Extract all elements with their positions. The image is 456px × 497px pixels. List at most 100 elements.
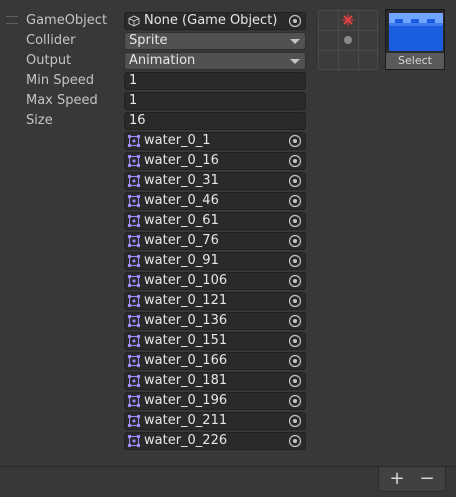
- sprite-icon: [128, 295, 140, 307]
- min-speed-value: 1: [129, 73, 138, 88]
- grid-cell[interactable]: [359, 31, 379, 51]
- sprite-name: water_0_151: [144, 333, 228, 348]
- sprite-name: water_0_76: [144, 233, 219, 248]
- sprite-name: water_0_61: [144, 213, 219, 228]
- sprite-icon: [128, 255, 140, 267]
- sprite-icon: [128, 235, 140, 247]
- drag-handle-icon[interactable]: [6, 16, 18, 24]
- min-speed-label: Min Speed: [26, 73, 94, 88]
- sprite-field[interactable]: water_0_121: [124, 292, 306, 310]
- output-dropdown[interactable]: Animation: [124, 52, 306, 70]
- object-picker-icon[interactable]: [288, 134, 302, 148]
- sprite-icon: [128, 175, 140, 187]
- sprite-name: water_0_211: [144, 413, 228, 428]
- object-picker-icon[interactable]: [288, 334, 302, 348]
- sprite-icon: [128, 435, 140, 447]
- size-value: 16: [129, 113, 146, 128]
- sprite-field[interactable]: water_0_76: [124, 232, 306, 250]
- gameobject-value: None (Game Object): [144, 13, 278, 28]
- sprite-field[interactable]: water_0_136: [124, 312, 306, 330]
- collider-dropdown[interactable]: Sprite: [124, 32, 306, 50]
- sprite-name: water_0_121: [144, 293, 228, 308]
- sprite-field[interactable]: water_0_151: [124, 332, 306, 350]
- sprite-name: water_0_46: [144, 193, 219, 208]
- object-picker-icon[interactable]: [288, 294, 302, 308]
- sprite-name: water_0_106: [144, 273, 228, 288]
- sprite-icon: [128, 395, 140, 407]
- dropdown-arrow-icon: [290, 39, 300, 44]
- grid-cell[interactable]: [339, 11, 359, 31]
- object-picker-icon[interactable]: [288, 394, 302, 408]
- cube-icon: [128, 15, 140, 27]
- gameobject-label: GameObject: [26, 13, 108, 28]
- add-button[interactable]: +: [382, 467, 412, 491]
- object-picker-icon[interactable]: [288, 214, 302, 228]
- object-picker-icon[interactable]: [288, 314, 302, 328]
- sprite-preview[interactable]: Select: [385, 9, 445, 70]
- object-picker-icon[interactable]: [288, 154, 302, 168]
- grid-cell[interactable]: [319, 51, 339, 71]
- select-button[interactable]: Select: [386, 53, 444, 69]
- sprite-icon: [128, 135, 140, 147]
- max-speed-input[interactable]: 1: [124, 92, 306, 110]
- sprite-field[interactable]: water_0_196: [124, 392, 306, 410]
- sprite-field[interactable]: water_0_46: [124, 192, 306, 210]
- neighbor-rule-grid[interactable]: [318, 10, 379, 71]
- sprite-name: water_0_226: [144, 433, 228, 448]
- sprite-field[interactable]: water_0_211: [124, 412, 306, 430]
- sprite-field[interactable]: water_0_91: [124, 252, 306, 270]
- object-picker-icon[interactable]: [288, 374, 302, 388]
- object-picker-icon[interactable]: [288, 274, 302, 288]
- sprite-icon: [128, 375, 140, 387]
- min-speed-input[interactable]: 1: [124, 72, 306, 90]
- object-picker-icon[interactable]: [288, 414, 302, 428]
- object-picker-icon[interactable]: [288, 14, 302, 28]
- object-picker-icon[interactable]: [288, 174, 302, 188]
- grid-cell[interactable]: [359, 11, 379, 31]
- list-footer: + −: [0, 466, 456, 497]
- size-label: Size: [26, 113, 53, 128]
- object-picker-icon[interactable]: [288, 234, 302, 248]
- sprite-icon: [128, 155, 140, 167]
- grid-cell[interactable]: [319, 11, 339, 31]
- center-dot-icon: [344, 36, 352, 44]
- sprite-field[interactable]: water_0_226: [124, 432, 306, 450]
- remove-button[interactable]: −: [412, 467, 442, 491]
- grid-cell[interactable]: [319, 31, 339, 51]
- sprite-icon: [128, 355, 140, 367]
- gameobject-field[interactable]: None (Game Object): [124, 12, 306, 30]
- sprite-field[interactable]: water_0_31: [124, 172, 306, 190]
- not-neighbor-x-icon: [342, 14, 354, 26]
- sprite-field[interactable]: water_0_1: [124, 132, 306, 150]
- output-value: Animation: [129, 53, 196, 68]
- sprite-field[interactable]: water_0_16: [124, 152, 306, 170]
- grid-cell[interactable]: [359, 51, 379, 71]
- sprite-icon: [128, 415, 140, 427]
- object-picker-icon[interactable]: [288, 434, 302, 448]
- object-picker-icon[interactable]: [288, 354, 302, 368]
- sprite-field[interactable]: water_0_106: [124, 272, 306, 290]
- sprite-icon: [128, 215, 140, 227]
- sprite-name: water_0_181: [144, 373, 228, 388]
- rule-tile-panel: GameObject None (Game Object) Collider S…: [0, 0, 456, 466]
- collider-value: Sprite: [129, 33, 168, 48]
- sprite-name: water_0_91: [144, 253, 219, 268]
- object-picker-icon[interactable]: [288, 254, 302, 268]
- dropdown-arrow-icon: [290, 59, 300, 64]
- sprite-field[interactable]: water_0_181: [124, 372, 306, 390]
- sprite-name: water_0_166: [144, 353, 228, 368]
- sprite-icon: [128, 195, 140, 207]
- grid-cell[interactable]: [339, 51, 359, 71]
- output-label: Output: [26, 53, 72, 68]
- collider-label: Collider: [26, 33, 76, 48]
- sprite-name: water_0_1: [144, 133, 211, 148]
- size-input[interactable]: 16: [124, 112, 306, 130]
- max-speed-label: Max Speed: [26, 93, 98, 108]
- sprite-field[interactable]: water_0_61: [124, 212, 306, 230]
- sprite-field[interactable]: water_0_166: [124, 352, 306, 370]
- sprite-icon: [128, 275, 140, 287]
- object-picker-icon[interactable]: [288, 194, 302, 208]
- max-speed-value: 1: [129, 93, 138, 108]
- sprite-icon: [128, 335, 140, 347]
- sprite-name: water_0_31: [144, 173, 219, 188]
